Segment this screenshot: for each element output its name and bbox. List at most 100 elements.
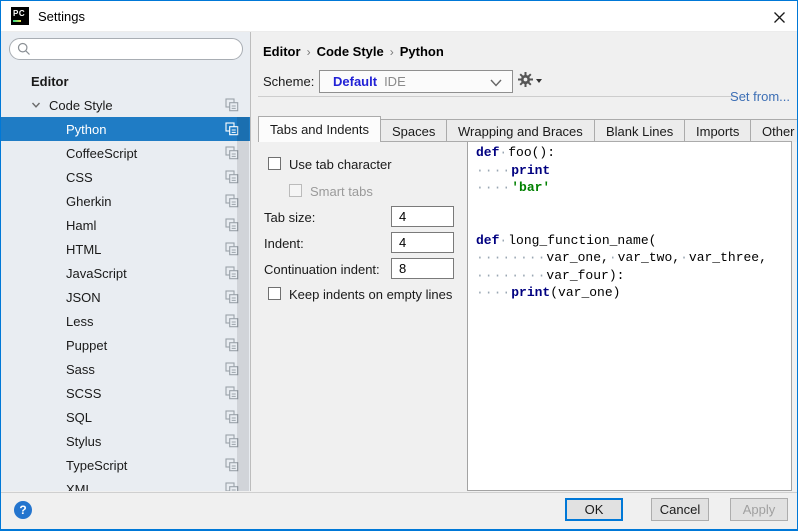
sidebar-item-label: Gherkin	[66, 194, 112, 209]
sidebar-item-json[interactable]: JSON	[1, 285, 250, 309]
help-button[interactable]: ?	[14, 501, 32, 519]
code-whitespace-dots: ·	[499, 233, 508, 248]
tab-imports[interactable]: Imports	[684, 119, 751, 142]
breadcrumb-item: Python	[400, 44, 444, 59]
code-whitespace-dots: ········	[476, 250, 546, 265]
keep-indents-checkbox[interactable]	[268, 287, 281, 300]
search-input[interactable]	[35, 41, 242, 57]
sidebar-item-label: JSON	[66, 290, 101, 305]
sidebar-item-haml[interactable]: Haml	[1, 213, 250, 237]
sidebar-item-less[interactable]: Less	[1, 309, 250, 333]
pycharm-logo-icon: PC	[11, 7, 29, 25]
tab-tabs-and-indents[interactable]: Tabs and Indents	[258, 116, 381, 142]
code-text: var_one,	[546, 250, 608, 265]
code-whitespace-dots: ····	[476, 285, 511, 300]
scheme-suffix: IDE	[384, 74, 406, 89]
sidebar-item-label: TypeScript	[66, 458, 127, 473]
sidebar-scrollbar[interactable]	[237, 117, 249, 491]
keep-indents-label: Keep indents on empty lines	[289, 287, 452, 302]
sidebar-item-label: CoffeeScript	[66, 146, 137, 161]
sidebar-item-typescript[interactable]: TypeScript	[1, 453, 250, 477]
sidebar-item-coffeescript[interactable]: CoffeeScript	[1, 141, 250, 165]
sidebar-item-code-style[interactable]: Code Style	[1, 93, 250, 117]
sidebar-item-css[interactable]: CSS	[1, 165, 250, 189]
code-line: def·foo():	[476, 144, 767, 162]
sidebar-item-javascript[interactable]: JavaScript	[1, 261, 250, 285]
window-title: Settings	[38, 9, 85, 24]
tab-spaces[interactable]: Spaces	[380, 119, 447, 142]
scheme-select[interactable]: Default IDE	[319, 70, 513, 93]
chevron-down-icon	[490, 79, 502, 87]
code-preview-pane[interactable]: def·foo():····print····'bar' def·long_fu…	[467, 141, 792, 491]
indent-input[interactable]	[391, 232, 454, 253]
sidebar-item-sass[interactable]: Sass	[1, 357, 250, 381]
settings-window: PC Settings Editor Code Style Python Coffee…	[0, 0, 798, 531]
scheme-actions-button[interactable]	[518, 72, 542, 87]
settings-tree: Editor Code Style Python CoffeeScript CSS Ghe…	[1, 69, 250, 491]
tabs-and-indents-form: Use tab character Smart tabs Tab size: I…	[258, 142, 467, 490]
sidebar-item-label: Code Style	[49, 98, 113, 113]
continuation-indent-input[interactable]	[391, 258, 454, 279]
code-line: ········var_one,·var_two,·var_three,	[476, 249, 767, 267]
tab-blank-lines[interactable]: Blank Lines	[594, 119, 685, 142]
code-keyword: def	[476, 233, 499, 248]
sidebar-item-label: SQL	[66, 410, 92, 425]
code-line	[476, 214, 767, 232]
set-from-link[interactable]: Set from...	[730, 89, 790, 104]
code-preview: def·foo():····print····'bar' def·long_fu…	[476, 144, 767, 302]
tab-size-input[interactable]	[391, 206, 454, 227]
copy-scheme-icon	[225, 98, 239, 112]
sidebar-item-label: SCSS	[66, 386, 101, 401]
use-tab-character-label: Use tab character	[289, 157, 392, 172]
breadcrumb-separator: ›	[384, 45, 400, 59]
search-box[interactable]	[9, 38, 243, 60]
header-separator	[258, 96, 735, 97]
gear-dropdown-arrow-icon	[536, 79, 542, 83]
code-whitespace-dots: ·	[609, 250, 618, 265]
code-whitespace-dots: ········	[476, 268, 546, 283]
cancel-button[interactable]: Cancel	[651, 498, 709, 521]
sidebar-item-label: Haml	[66, 218, 96, 233]
code-line: ····print	[476, 162, 767, 180]
use-tab-character-checkbox[interactable]	[268, 157, 281, 170]
sidebar-item-html[interactable]: HTML	[1, 237, 250, 261]
code-whitespace-dots: ····	[476, 180, 511, 195]
sidebar-item-label: XML	[66, 482, 93, 492]
sidebar-item-label: Sass	[66, 362, 95, 377]
dialog-footer: ? OK Cancel Apply	[1, 492, 797, 529]
close-icon[interactable]	[770, 8, 788, 26]
tab-other[interactable]: Other	[750, 119, 798, 142]
code-text: var_four):	[546, 268, 624, 283]
sidebar-item-scss[interactable]: SCSS	[1, 381, 250, 405]
breadcrumb-item: Editor	[263, 44, 301, 59]
sidebar-item-label: Python	[66, 122, 106, 137]
code-text: (var_one)	[550, 285, 620, 300]
sidebar-item-stylus[interactable]: Stylus	[1, 429, 250, 453]
settings-panel: Editor›Code Style›Python Scheme: Default…	[252, 32, 797, 491]
breadcrumb-item: Code Style	[317, 44, 384, 59]
sidebar-item-xml[interactable]: XML	[1, 477, 250, 491]
code-text: long_function_name(	[508, 233, 656, 248]
code-line: ····'bar'	[476, 179, 767, 197]
breadcrumb-separator: ›	[301, 45, 317, 59]
smart-tabs-checkbox[interactable]	[289, 184, 302, 197]
sidebar-item-label: Editor	[31, 74, 69, 89]
tab-wrapping-and-braces[interactable]: Wrapping and Braces	[446, 119, 595, 142]
sidebar-item-editor[interactable]: Editor	[1, 69, 250, 93]
smart-tabs-label: Smart tabs	[310, 184, 373, 199]
indent-label: Indent:	[264, 236, 304, 251]
code-text: var_three,	[689, 250, 767, 265]
chevron-down-icon[interactable]	[31, 100, 41, 110]
tab-size-label: Tab size:	[264, 210, 315, 225]
sidebar-item-python[interactable]: Python	[1, 117, 250, 141]
sidebar-item-label: HTML	[66, 242, 101, 257]
sidebar-item-gherkin[interactable]: Gherkin	[1, 189, 250, 213]
sidebar-item-label: JavaScript	[66, 266, 127, 281]
sidebar-item-puppet[interactable]: Puppet	[1, 333, 250, 357]
sidebar-item-sql[interactable]: SQL	[1, 405, 250, 429]
ok-button[interactable]: OK	[565, 498, 623, 521]
code-style-tabs: Tabs and IndentsSpacesWrapping and Brace…	[258, 116, 797, 142]
scheme-label: Scheme:	[263, 74, 314, 89]
code-string: 'bar'	[511, 180, 550, 195]
apply-button[interactable]: Apply	[730, 498, 788, 521]
